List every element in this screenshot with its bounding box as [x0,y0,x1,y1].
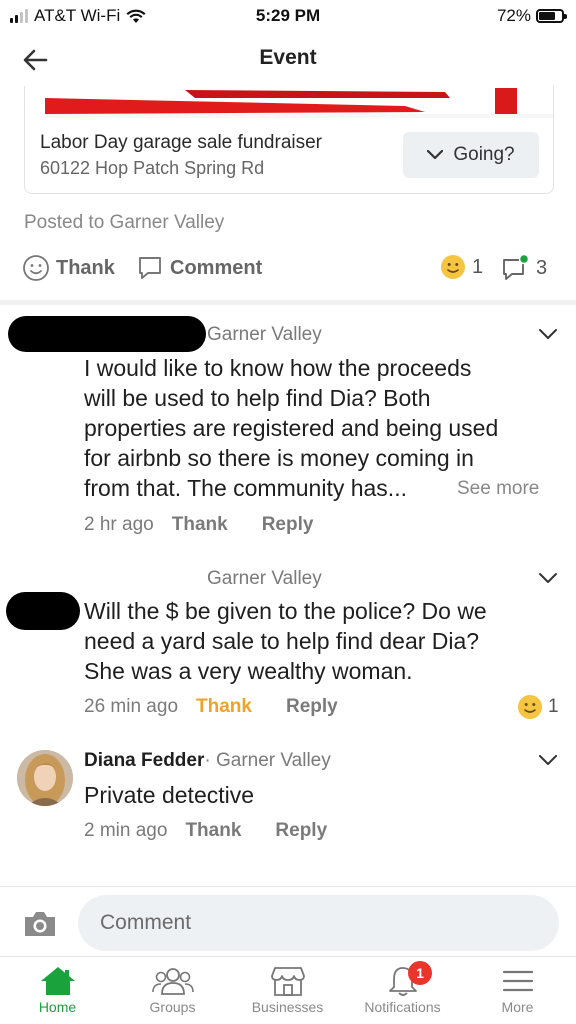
comment-reply-button[interactable]: Reply [262,514,314,536]
home-icon [40,967,75,995]
smiley-emoji-icon [518,695,542,719]
comment-item: Garner Valley Will the $ be given to the… [0,556,576,726]
comment-thank-button[interactable]: Thank [172,514,228,536]
battery-status: 72% [496,6,567,26]
comment-text-line: for airbnb so there is money coming in [84,445,474,471]
thank-label: Thank [56,256,115,279]
comment-text-line: Will the $ be given to the police? Do we [84,598,487,624]
clock: 5:29 PM [255,6,321,25]
comment-text-last-row: from that. The community has... See more [84,473,564,503]
comment-group[interactable]: Garner Valley [207,324,322,346]
redacted-author [6,592,80,630]
comment-meta: 26 min ago Thank Reply [84,696,338,718]
avatar[interactable] [17,750,73,806]
smiley-emoji-icon [441,255,465,279]
comment-button[interactable]: Comment [136,254,262,282]
comment-meta: 2 min ago Thank Reply [84,820,327,842]
event-address: 60122 Hop Patch Spring Rd [40,158,265,178]
camera-icon[interactable] [22,909,58,939]
event-card[interactable]: Labor Day garage sale fundraiser 60122 H… [24,118,554,194]
thank-count-value: 1 [472,255,484,278]
comment-composer [0,886,576,956]
tab-label: Notifications [364,999,441,1015]
event-title[interactable]: Labor Day garage sale fundraiser [40,132,322,154]
tab-label: More [501,999,534,1015]
comment-thank-button[interactable]: Thank [185,820,241,842]
tab-bar: Home Groups Businesses 1 Notifications M… [0,956,576,1024]
comment-time: 2 hr ago [84,514,154,535]
event-image[interactable] [24,86,554,118]
comment-count[interactable]: 3 [500,254,547,282]
redacted-author [8,316,206,352]
groups-icon [151,968,194,995]
comment-item: Garner Valley I would like to know how t… [0,312,576,552]
comment-author[interactable]: Diana Fedder [84,750,204,771]
section-divider [0,300,576,305]
thank-count[interactable]: 1 [440,254,483,280]
comment-thank-count[interactable]: 1 [517,694,559,720]
chevron-down-icon[interactable] [538,572,558,584]
tab-label: Businesses [251,999,324,1015]
page-title: Event [259,46,317,69]
comment-thank-button[interactable]: Thank [196,696,252,718]
tab-label: Home [38,999,77,1015]
comment-text-line: from that. The community has... [84,475,407,501]
battery-percent: 72% [496,6,531,25]
comment-text-line: need a yard sale to help find dear Dia? [84,628,480,654]
tab-businesses[interactable]: Businesses [230,965,345,1015]
avatar-photo [17,750,73,806]
comment-label: Comment [170,256,263,279]
notification-badge: 1 [408,961,432,985]
new-comment-icon [503,254,530,280]
comment-text: Will the $ be given to the police? Do we… [84,596,564,686]
comment-time: 26 min ago [84,696,179,717]
chevron-down-icon[interactable] [538,754,558,766]
tab-home[interactable]: Home [0,965,115,1015]
tab-groups[interactable]: Groups [115,965,230,1015]
comment-group[interactable]: Garner Valley [207,568,322,590]
battery-icon [536,9,567,23]
comment-input[interactable] [78,895,559,951]
going-label: Going? [453,144,515,165]
smiley-icon [23,255,49,281]
comment-time: 2 min ago [84,820,168,841]
chevron-down-icon [427,150,444,160]
posted-to[interactable]: Posted to Garner Valley [24,212,224,234]
comment-count-value: 3 [536,256,548,279]
comment-thank-count-value: 1 [548,696,559,717]
tab-more[interactable]: More [460,965,575,1015]
comment-text-line: properties are registered and being used [84,415,499,441]
hamburger-menu-icon [502,970,533,992]
comment-reply-button[interactable]: Reply [275,820,327,842]
comment-text-line: She was a very wealthy woman. [84,658,413,684]
chevron-down-icon[interactable] [538,328,558,340]
comment-header: Diana Fedder· Garner Valley [84,750,331,772]
speech-bubble-icon [139,257,161,279]
storefront-icon [270,967,305,996]
comment-group[interactable]: · Garner Valley [204,750,330,771]
comment-reply-button[interactable]: Reply [286,696,338,718]
tab-label: Groups [149,999,196,1015]
going-button[interactable]: Going? [403,132,539,178]
tab-notifications[interactable]: 1 Notifications [345,961,460,1015]
nav-bar: Event [0,34,576,86]
thank-button[interactable]: Thank [22,254,115,282]
comment-meta: 2 hr ago Thank Reply [84,514,313,536]
status-bar: AT&T Wi-Fi 5:29 PM 72% [0,0,576,34]
post-actions: Thank Comment 1 3 [22,254,557,284]
comment-text-line: will be used to help find Dia? Both [84,385,431,411]
comment-text-line: I would like to know how the proceeds [84,355,472,381]
event-photo-graphic [25,86,553,118]
comment-text: Private detective [84,782,255,808]
see-more-link[interactable]: See more [457,474,539,504]
comment-item: Diana Fedder· Garner Valley Private dete… [0,740,576,860]
comment-text: I would like to know how the proceeds wi… [84,353,564,503]
